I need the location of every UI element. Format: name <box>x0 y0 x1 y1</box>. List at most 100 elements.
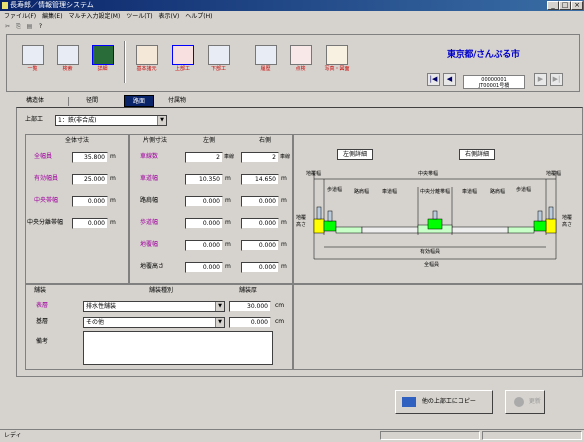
status-panel <box>482 431 582 440</box>
shoulder-left-input[interactable]: 0.000 <box>185 196 223 207</box>
diagram-median-width: 中央帯幅 <box>418 171 439 177</box>
diagram-curb-width-left: 地覆幅 <box>306 171 322 177</box>
inspection-icon <box>289 45 312 65</box>
diagram-curb-height-left: 地覆高さ <box>296 215 307 228</box>
diagram-median-separator: 中央分離帯幅 <box>420 189 451 195</box>
base-thickness-input[interactable]: 0.000 <box>229 317 271 328</box>
diagram-lane-right: 車道幅 <box>462 189 478 195</box>
tool-basic-spec-label: 基本諸元 <box>136 66 157 72</box>
oneside-dimensions-header: 片側寸法 <box>142 137 167 144</box>
status-panel <box>380 431 480 440</box>
chevron-down-icon[interactable]: ▼ <box>215 318 224 327</box>
minimize-button[interactable]: _ <box>547 1 559 10</box>
tool-detail-label: 詳細 <box>97 66 108 72</box>
close-button[interactable]: × <box>571 1 583 10</box>
superstructure-select-value: 1：鉄(非合成) <box>58 117 97 124</box>
unit-cm-label: cm <box>275 302 285 309</box>
location-title: 東京都/さんぷる市 <box>447 50 520 60</box>
help-icon[interactable]: ? <box>36 23 45 31</box>
menu-view[interactable]: 表示(V) <box>159 13 180 20</box>
unit-label: m <box>225 219 231 226</box>
surface-layer-label: 表層 <box>36 302 49 309</box>
median-separator-input[interactable]: 0.000 <box>72 218 108 229</box>
median-width-input[interactable]: 0.000 <box>72 196 108 207</box>
menu-tools[interactable]: ツール(T) <box>126 13 152 20</box>
unit-cm-label: cm <box>275 318 285 325</box>
superstructure-icon <box>171 45 194 65</box>
tool-photo-drawing-label: 写真・図面 <box>324 66 350 72</box>
road-width-label: 車道幅 <box>140 175 159 182</box>
surface-thickness-input[interactable]: 30.000 <box>229 301 271 312</box>
cross-section-diagram-box: 左側詳細 右側詳細 地覆幅 地覆幅 中央帯幅 歩道幅 歩道幅 路肩幅 路肩幅 車… <box>293 134 583 284</box>
unit-label: m <box>281 219 287 226</box>
prev-record-button[interactable]: ◀ <box>443 73 456 86</box>
maximize-button[interactable]: □ <box>559 1 571 10</box>
total-width-input[interactable]: 35.800 <box>72 152 108 163</box>
shoulder-label: 路肩幅 <box>140 197 159 204</box>
tool-search-button[interactable]: 検索 <box>52 45 83 78</box>
menu-edit[interactable]: 編集(E) <box>42 13 62 20</box>
chevron-down-icon[interactable]: ▼ <box>215 302 224 311</box>
base-type-value: その他 <box>86 319 105 326</box>
superstructure-select[interactable]: 1：鉄(非合成) ▼ <box>55 115 167 126</box>
menu-multi-input[interactable]: マルチ入力設定(M) <box>68 13 120 20</box>
tool-photo-drawing-button[interactable]: 写真・図面 <box>320 45 354 78</box>
copy-icon[interactable]: ⎘ <box>14 23 23 31</box>
sidewalk-right-input[interactable]: 0.000 <box>241 218 279 229</box>
tool-inspection-button[interactable]: 点検 <box>285 45 316 78</box>
lane-unit-label: 車線 <box>224 154 235 160</box>
lane-unit-label: 車線 <box>280 154 291 160</box>
next-record-button[interactable]: ▶ <box>534 73 547 86</box>
chevron-down-icon[interactable]: ▼ <box>157 116 166 125</box>
last-record-button[interactable]: ▶| <box>550 73 563 86</box>
cut-icon[interactable]: ✂ <box>3 23 12 31</box>
record-box: 00000001 JT00001号橋 <box>463 75 525 89</box>
lanes-left-input[interactable]: 2 <box>185 152 223 163</box>
window-title: 長寿郎／情報管理システム <box>10 1 94 9</box>
diagram-lower-box <box>293 284 583 370</box>
menu-bar: ファイル(F) 編集(E) マルチ入力設定(M) ツール(T) 表示(V) ヘル… <box>0 11 584 22</box>
sidewalk-left-input[interactable]: 0.000 <box>185 218 223 229</box>
copy-to-other-superstructure-button[interactable]: 他の上部工にコピー <box>395 390 493 414</box>
median-width-label: 中央帯幅 <box>34 197 59 204</box>
tab-span[interactable]: 径間 <box>78 95 106 107</box>
tab-bar: 構造体 径間 路面 付属物 <box>20 95 580 107</box>
update-button[interactable]: 更新 <box>505 390 545 414</box>
copy-icon <box>402 396 416 407</box>
effective-width-input[interactable]: 25.000 <box>72 174 108 185</box>
menu-file[interactable]: ファイル(F) <box>4 13 36 20</box>
toolbar-separator <box>124 41 126 83</box>
tool-list-button[interactable]: 一覧 <box>17 45 48 78</box>
tool-superstructure-button[interactable]: 上部工 <box>167 45 198 78</box>
tab-road-surface[interactable]: 路面 <box>124 95 154 107</box>
curb-height-right-input[interactable]: 0.000 <box>241 262 279 273</box>
curb-height-left-input[interactable]: 0.000 <box>185 262 223 273</box>
tool-history-button[interactable]: 履歴 <box>250 45 281 78</box>
lanes-right-input[interactable]: 2 <box>241 152 279 163</box>
pavement-thickness-label: 舗装厚 <box>239 287 258 294</box>
tab-accessories[interactable]: 付属物 <box>160 95 194 107</box>
menu-help[interactable]: ヘルプ(H) <box>185 13 212 20</box>
curb-width-left-input[interactable]: 0.000 <box>185 240 223 251</box>
tool-detail-button[interactable]: 詳細 <box>87 45 118 78</box>
shoulder-right-input[interactable]: 0.000 <box>241 196 279 207</box>
unit-label: m <box>225 263 231 270</box>
paste-icon[interactable]: ▤ <box>25 23 34 31</box>
tool-basic-spec-button[interactable]: 基本諸元 <box>131 45 162 78</box>
tab-structure[interactable]: 構造体 <box>20 95 50 107</box>
surface-type-select[interactable]: 排水性舗装 ▼ <box>83 301 225 312</box>
pavement-type-label: 舗装種別 <box>149 287 174 294</box>
curb-width-right-input[interactable]: 0.000 <box>241 240 279 251</box>
remarks-textarea[interactable] <box>83 331 273 365</box>
unit-label: m <box>225 175 231 182</box>
diagram-curb-height-right: 地覆高さ <box>562 215 573 228</box>
unit-label: m <box>110 197 116 204</box>
road-width-left-input[interactable]: 10.350 <box>185 174 223 185</box>
base-type-select[interactable]: その他 ▼ <box>83 317 225 328</box>
unit-label: m <box>110 219 116 226</box>
history-icon <box>254 45 277 65</box>
first-record-button[interactable]: |◀ <box>427 73 440 86</box>
tab-divider <box>68 97 69 106</box>
tool-substructure-button[interactable]: 下部工 <box>203 45 234 78</box>
road-width-right-input[interactable]: 14.650 <box>241 174 279 185</box>
